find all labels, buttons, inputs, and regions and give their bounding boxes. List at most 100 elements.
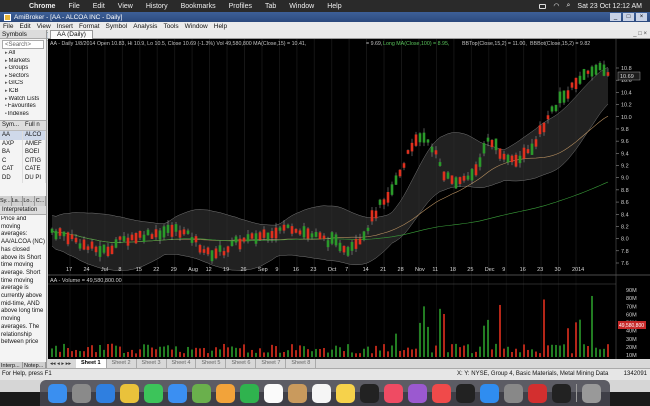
symbol-row[interactable]: DD DU PI: [0, 173, 46, 183]
maximize-button[interactable]: □: [623, 13, 634, 21]
candle-body: [178, 230, 182, 238]
maps-icon[interactable]: [192, 383, 211, 403]
reminders-icon[interactable]: [312, 383, 331, 403]
chart-window-controls[interactable]: _ □ ×: [633, 31, 647, 37]
menu-window[interactable]: Window: [289, 3, 314, 10]
candle-body: [418, 133, 422, 143]
wifi-icon[interactable]: ◠: [553, 2, 559, 10]
tree-item-all[interactable]: ▸All: [0, 50, 46, 58]
close-button[interactable]: ×: [636, 13, 647, 21]
window-title: AmiBroker - [AA - ALCOA INC - Daily]: [14, 13, 123, 21]
tree-item-markets[interactable]: ▸Markets: [0, 58, 46, 66]
candle-body: [314, 232, 318, 237]
candle-body: [430, 146, 434, 153]
tree-item-icb[interactable]: ▸ICB: [0, 88, 46, 96]
app-store-icon[interactable]: [480, 383, 499, 403]
stocks-icon[interactable]: [456, 383, 475, 403]
symbol-row[interactable]: C CITIG: [0, 156, 46, 166]
volume-bar: [115, 345, 117, 357]
photos-icon[interactable]: [216, 383, 235, 403]
app-menu-analysis[interactable]: Analysis: [133, 23, 157, 30]
candle-body: [118, 236, 122, 240]
menu-history[interactable]: History: [146, 3, 168, 10]
column-header-fullname[interactable]: Full n: [23, 121, 46, 130]
tree-item-groups[interactable]: ▸Groups: [0, 65, 46, 73]
minimize-button[interactable]: _: [610, 13, 621, 21]
terminal-icon[interactable]: [552, 383, 571, 403]
sheet-tab-6[interactable]: Sheet 6: [226, 359, 257, 368]
app-menu-window[interactable]: Window: [185, 23, 208, 30]
candle-body: [526, 149, 530, 154]
tab-aa-daily[interactable]: AA (Daily): [50, 30, 93, 39]
tab-layouts[interactable]: Lo...: [23, 196, 36, 206]
volume-bar: [567, 328, 569, 357]
candle-body: [130, 234, 134, 241]
facetime-icon[interactable]: [240, 383, 259, 403]
menu-file[interactable]: File: [68, 3, 79, 10]
tab-charts[interactable]: C...: [35, 196, 46, 206]
menu-app-name[interactable]: Chrome: [29, 3, 55, 10]
menu-profiles[interactable]: Profiles: [229, 3, 252, 10]
sheet-nav-arrows[interactable]: ◂◂ ◂ ▸ ▸▸: [48, 361, 76, 367]
volume-tick-label: 70M: [626, 304, 637, 310]
battery-icon[interactable]: [539, 3, 547, 9]
price-chart[interactable]: AA - Daily 1/8/2014 Open 10.83, Hi 10.9,…: [48, 39, 650, 359]
sheet-tab-5[interactable]: Sheet 5: [196, 359, 227, 368]
music-icon[interactable]: [384, 383, 403, 403]
search-icon[interactable]: ⌕: [566, 2, 570, 10]
tab-symbols[interactable]: Sy...: [0, 196, 12, 206]
news-icon[interactable]: [432, 383, 451, 403]
app-menu-help[interactable]: Help: [214, 23, 227, 30]
column-header-symbol[interactable]: Sym...: [0, 121, 23, 130]
menubar-clock[interactable]: Sat 23 Oct 12:12 AM: [577, 3, 642, 10]
calendar-icon[interactable]: [264, 383, 283, 403]
acrobat-icon[interactable]: [528, 383, 547, 403]
sheet-tab-1[interactable]: Sheet 1: [76, 359, 107, 368]
tree-item-watch-lists[interactable]: ▸Watch Lists: [0, 96, 46, 104]
menu-tab[interactable]: Tab: [265, 3, 276, 10]
podcasts-icon[interactable]: [408, 383, 427, 403]
menu-edit[interactable]: Edit: [93, 3, 105, 10]
app-menu-file[interactable]: File: [3, 23, 13, 30]
tree-item-indexes[interactable]: •Indexes: [0, 111, 46, 119]
sheet-tab-3[interactable]: Sheet 3: [137, 359, 167, 368]
candle-body: [490, 139, 494, 148]
contacts-icon[interactable]: [288, 383, 307, 403]
app-menu-format[interactable]: Format: [79, 23, 100, 30]
tree-item-sectors[interactable]: ▸Sectors: [0, 73, 46, 81]
tree-item-favourites[interactable]: •Favourites: [0, 103, 46, 111]
volume-bar: [491, 349, 493, 357]
symbol-row[interactable]: AXP AMEF: [0, 139, 46, 149]
candle-body: [142, 234, 146, 242]
mail-icon[interactable]: [168, 383, 187, 403]
menu-help[interactable]: Help: [327, 3, 341, 10]
app-menu-edit[interactable]: Edit: [19, 23, 30, 30]
app-menu-tools[interactable]: Tools: [163, 23, 178, 30]
tab-layers[interactable]: La...: [12, 196, 24, 206]
sheet-tab-7[interactable]: Sheet 7: [256, 359, 287, 368]
preferences-icon[interactable]: [504, 383, 523, 403]
app-menu-symbol[interactable]: Symbol: [106, 23, 128, 30]
trash-icon[interactable]: [582, 383, 601, 403]
notes-icon[interactable]: [336, 383, 355, 403]
menu-view[interactable]: View: [118, 3, 133, 10]
app-menu-insert[interactable]: Insert: [57, 23, 73, 30]
symbol-row[interactable]: CAT CATE: [0, 165, 46, 174]
sheet-tab-8[interactable]: Sheet 8: [286, 359, 317, 368]
tree-item-gics[interactable]: ▸GICS: [0, 80, 46, 88]
messages-icon[interactable]: [144, 383, 163, 403]
chrome-icon[interactable]: [120, 383, 139, 403]
safari-icon[interactable]: [96, 383, 115, 403]
symbol-search-input[interactable]: <Search>: [2, 40, 44, 49]
sheet-tab-2[interactable]: Sheet 2: [107, 359, 137, 368]
finder-icon[interactable]: [48, 383, 67, 403]
symbol-row[interactable]: AA ALCO: [0, 130, 46, 140]
volume-bar: [431, 352, 433, 357]
app-menu-view[interactable]: View: [37, 23, 51, 30]
symbol-row[interactable]: BA BOEI: [0, 148, 46, 157]
volume-tick-label: 90M: [626, 288, 637, 294]
sheet-tab-4[interactable]: Sheet 4: [167, 359, 197, 368]
menu-bookmarks[interactable]: Bookmarks: [181, 3, 216, 10]
tv-icon[interactable]: [360, 383, 379, 403]
launchpad-icon[interactable]: [72, 383, 91, 403]
